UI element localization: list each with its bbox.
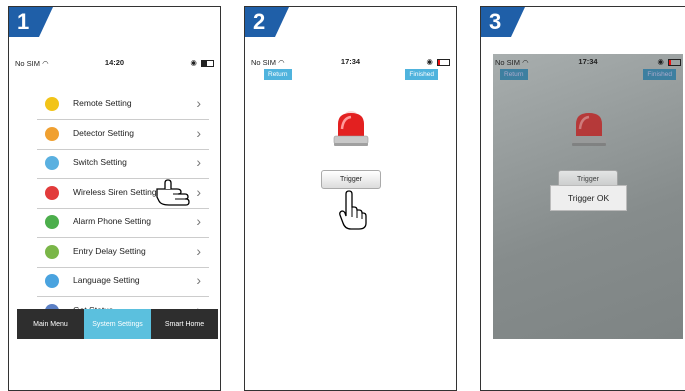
menu-item-label: Entry Delay Setting (73, 245, 146, 256)
step-number: 3 (489, 9, 502, 34)
trigger-button[interactable]: Trigger (321, 170, 381, 189)
remote-icon (45, 97, 59, 111)
siren-icon (45, 185, 59, 200)
menu-item-label: Language Setting (73, 275, 140, 285)
status-bar: No SIM ◠ 14:20 ◉ (9, 57, 220, 71)
panel-step-1: 1 No SIM ◠ 14:20 ◉ Remote Setting › Detect… (8, 6, 221, 391)
badge-shape (9, 7, 53, 37)
step-number: 1 (17, 9, 30, 34)
chevron-right-icon: › (196, 124, 201, 141)
chevron-right-icon: › (196, 213, 201, 229)
tab-smart-home[interactable]: Smart Home (151, 309, 218, 339)
battery-icon: ◉ (190, 58, 214, 67)
battery-icon: ◉ (426, 57, 450, 66)
delay-icon (45, 244, 59, 259)
finished-button[interactable]: Finished (405, 69, 438, 80)
pointer-hand-icon (156, 179, 190, 206)
status-time: 17:34 (340, 57, 361, 66)
menu-item-language-setting[interactable]: Language Setting › (37, 266, 209, 297)
status-time: 17:34 (578, 57, 598, 66)
chevron-right-icon: › (196, 272, 201, 288)
phone-icon (45, 215, 59, 229)
menu-item-label: Remote Setting (73, 98, 132, 108)
menu-item-remote-setting[interactable]: Remote Setting › (37, 89, 209, 120)
tab-bar: Main Menu System Settings Smart Home (17, 309, 218, 339)
menu-item-label: Detector Setting (73, 127, 134, 138)
return-button[interactable]: Return (264, 69, 292, 80)
status-bar: No SIM ◠ 17:34 ◉ (493, 56, 683, 70)
badge-shape (481, 7, 525, 37)
step-badge: 2 (245, 7, 289, 37)
menu-item-detector-setting[interactable]: Detector Setting › (37, 119, 209, 150)
step-badge: 1 (9, 7, 53, 37)
tab-system-settings[interactable]: System Settings (84, 309, 151, 339)
tab-main-menu[interactable]: Main Menu (17, 309, 84, 339)
panel-step-3: 3 No SIM ◠ 17:34 ◉ Return Finished Trigg… (480, 6, 685, 391)
switch-icon (45, 156, 59, 170)
detector-icon (45, 126, 59, 141)
status-bar: No SIM ◠ 17:34 ◉ (245, 56, 456, 70)
menu-item-entry-delay-setting[interactable]: Entry Delay Setting › (37, 237, 209, 268)
chevron-right-icon: › (196, 154, 201, 170)
menu-item-alarm-phone-setting[interactable]: Alarm Phone Setting › (37, 207, 209, 238)
menu-item-label: Alarm Phone Setting (73, 216, 151, 226)
chevron-right-icon: › (196, 95, 201, 111)
menu-item-label: Switch Setting (73, 157, 127, 167)
pointer-hand-icon (339, 190, 367, 230)
siren-icon (333, 111, 369, 146)
siren-icon (572, 113, 606, 146)
status-time: 14:20 (104, 58, 125, 67)
return-button[interactable]: Return (500, 69, 528, 80)
dimmed-screen: No SIM ◠ 17:34 ◉ Return Finished Trigger… (493, 54, 683, 339)
finished-button[interactable]: Finished (643, 69, 676, 80)
language-icon (45, 274, 59, 288)
menu-item-label: Wireless Siren Setting (73, 186, 157, 197)
chevron-right-icon: › (196, 183, 201, 200)
badge-shape (245, 7, 289, 37)
menu-item-switch-setting[interactable]: Switch Setting › (37, 148, 209, 179)
alert-message: Trigger OK (567, 193, 610, 203)
step-number: 2 (253, 9, 266, 34)
alert-dialog: Trigger OK (550, 185, 627, 211)
battery-icon: ◉ (657, 57, 681, 66)
step-badge: 3 (481, 7, 525, 37)
chevron-right-icon: › (196, 242, 201, 259)
panel-step-2: 2 No SIM ◠ 17:34 ◉ Return Finished Trigg… (244, 6, 457, 391)
